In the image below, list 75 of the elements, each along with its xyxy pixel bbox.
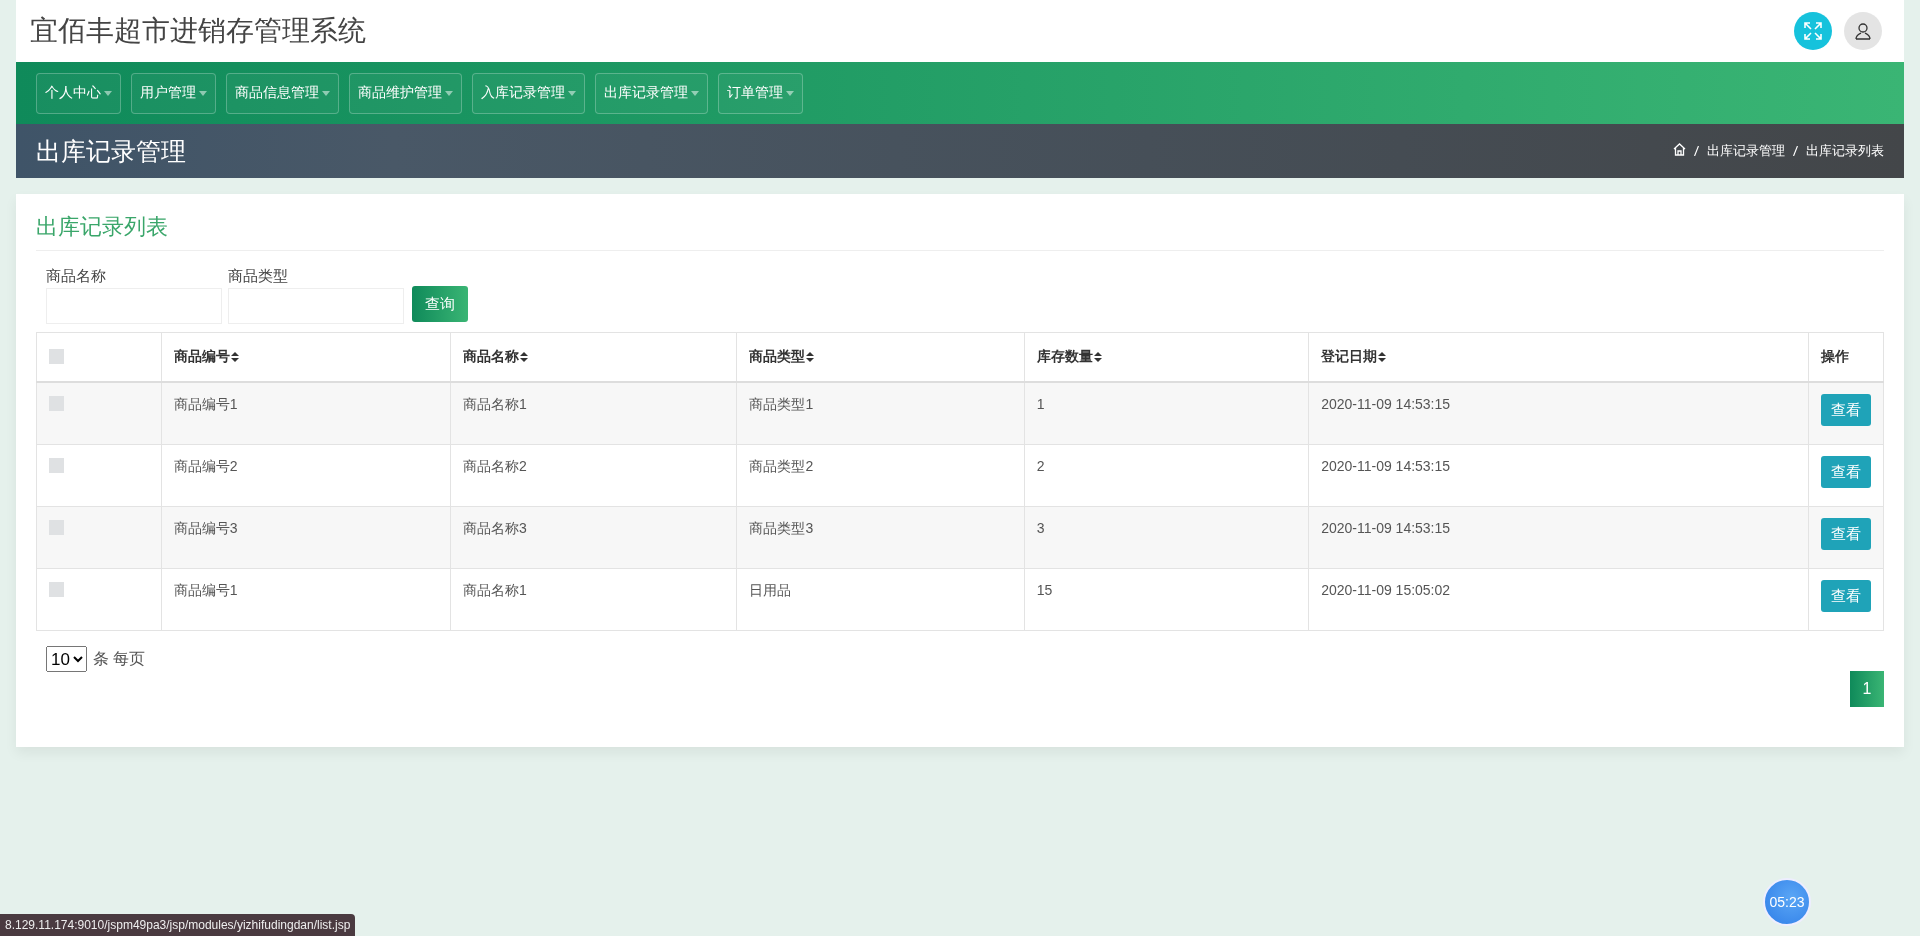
table-cell: 1: [1024, 382, 1309, 445]
sort-icon: [230, 352, 239, 362]
view-button[interactable]: 查看: [1821, 394, 1871, 426]
table-cell: 2020-11-09 14:53:15: [1308, 506, 1809, 569]
column-header: 操作: [1821, 348, 1849, 366]
table-cell: 2020-11-09 14:53:15: [1308, 382, 1809, 445]
caret-icon: [322, 90, 330, 96]
sort-icon: [1378, 352, 1387, 362]
table-cell: 商品名称2: [450, 444, 737, 507]
user-icon: [1854, 22, 1872, 40]
column-header[interactable]: 商品编号: [173, 348, 239, 366]
sort-icon: [806, 352, 815, 362]
timer-badge: 05:23: [1763, 878, 1811, 926]
caret-icon: [104, 90, 112, 96]
table-cell: 3: [1024, 506, 1309, 569]
home-icon: [1673, 143, 1686, 156]
nav-menu-item[interactable]: 用户管理: [131, 72, 216, 114]
column-header[interactable]: 商品类型: [749, 348, 815, 366]
expand-icon: [1803, 21, 1823, 41]
table-cell: 商品编号2: [161, 444, 451, 507]
table-cell: 商品名称3: [450, 506, 737, 569]
status-url: 8.129.11.174:9010/jspm49pa3/jsp/modules/yizhifudingdan/list.jsp: [0, 914, 356, 936]
search-button[interactable]: 查询: [412, 286, 468, 322]
table-cell: 商品编号1: [161, 568, 451, 631]
sort-icon: [1093, 352, 1102, 362]
field-label: 商品名称: [46, 267, 107, 286]
nav-menu-item[interactable]: 商品维护管理: [349, 72, 462, 114]
table-cell: 商品名称1: [450, 568, 737, 631]
table-cell: 2020-11-09 15:05:02: [1308, 568, 1809, 631]
separator-icon: [1694, 146, 1699, 156]
page-size-select[interactable]: 10: [46, 646, 87, 672]
separator-icon: [1793, 146, 1798, 156]
sort-icon: [520, 352, 529, 362]
fullscreen-button[interactable]: [1794, 12, 1832, 50]
nav-menu-item[interactable]: 个人中心: [36, 72, 121, 114]
user-button[interactable]: [1844, 12, 1882, 50]
table-cell: 商品类型1: [736, 382, 1025, 445]
app-title: 宜佰丰超市进销存管理系统: [30, 14, 366, 48]
breadcrumb-link[interactable]: 出库记录列表: [1806, 142, 1884, 160]
table-cell: 15: [1024, 568, 1309, 631]
table-cell: 商品编号1: [161, 382, 451, 445]
column-header[interactable]: 商品名称: [463, 348, 529, 366]
field-label: 商品类型: [228, 267, 289, 286]
page-button[interactable]: 1: [1850, 671, 1884, 707]
breadcrumb-link[interactable]: 出库记录管理: [1707, 142, 1785, 160]
nav-menu-item[interactable]: 出库记录管理: [595, 72, 708, 114]
checkbox[interactable]: [49, 349, 64, 364]
table-cell: 2020-11-09 14:53:15: [1308, 444, 1809, 507]
table-cell: 2: [1024, 444, 1309, 507]
checkbox[interactable]: [49, 458, 64, 473]
checkbox[interactable]: [49, 582, 64, 597]
view-button[interactable]: 查看: [1821, 456, 1871, 488]
page-title: 出库记录管理: [36, 135, 186, 167]
nav-menu-item[interactable]: 订单管理: [718, 72, 803, 114]
column-header[interactable]: 登记日期: [1321, 348, 1387, 366]
table-cell: 商品名称1: [450, 382, 737, 445]
checkbox[interactable]: [49, 520, 64, 535]
checkbox[interactable]: [49, 396, 64, 411]
view-button[interactable]: 查看: [1821, 518, 1871, 550]
table-cell: 商品类型3: [736, 506, 1025, 569]
caret-icon: [199, 90, 207, 96]
caret-icon: [691, 90, 699, 96]
nav-menu-item[interactable]: 入库记录管理: [472, 72, 585, 114]
caret-icon: [568, 90, 576, 96]
card-title: 出库记录列表: [36, 212, 1884, 251]
column-header[interactable]: 库存数量: [1036, 348, 1102, 366]
page-size-label: 条 每页: [93, 648, 146, 669]
home-link[interactable]: [1673, 143, 1686, 159]
table-cell: 日用品: [736, 568, 1025, 631]
table-cell: 商品类型2: [736, 444, 1025, 507]
table-cell: 商品编号3: [161, 506, 451, 569]
nav-menu-item[interactable]: 商品信息管理: [226, 72, 339, 114]
caret-icon: [786, 90, 794, 96]
caret-icon: [445, 90, 453, 96]
view-button[interactable]: 查看: [1821, 580, 1871, 612]
